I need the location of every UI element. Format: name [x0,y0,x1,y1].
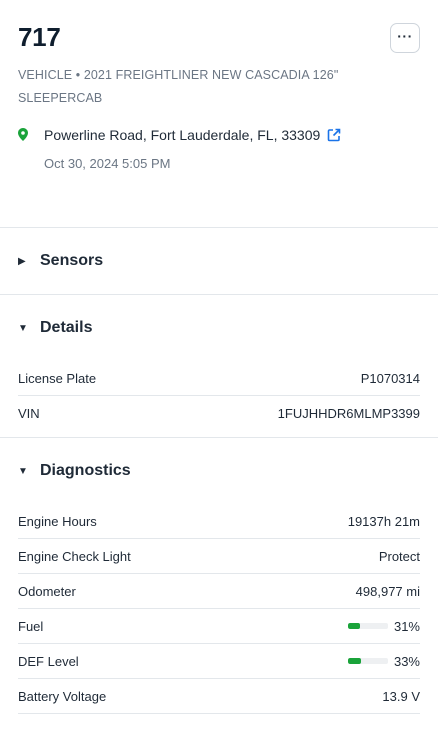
section-title-diagnostics: Diagnostics [40,462,131,479]
location-address: Powerline Road, Fort Lauderdale, FL, 333… [44,126,341,144]
detail-row-vin: VIN 1FUJHHDR6MLMP3399 [18,396,420,430]
diagnostic-label: Engine Check Light [18,548,131,564]
diagnostic-row-fuel: Fuel 31% [18,609,420,644]
def-level-fill [347,658,362,664]
more-horizontal-icon: ··· [397,27,413,44]
location-timestamp: Oct 30, 2024 5:05 PM [44,156,171,171]
diagnostic-label: Fuel [18,618,44,634]
diagnostic-label: Engine Hours [18,513,97,529]
section-title-sensors: Sensors [40,252,104,269]
diagnostic-row-def-level: DEF Level 33% [18,644,420,679]
diagnostic-label: Battery Voltage [18,688,107,704]
location-row: Powerline Road, Fort Lauderdale, FL, 333… [18,126,420,171]
fuel-level-bar [347,623,388,629]
diagnostic-row-engine-check-light: Engine Check Light Protect [18,539,420,574]
detail-value: P1070314 [360,370,420,386]
section-details-toggle[interactable]: ▼ Details [0,295,438,361]
caret-down-icon: ▼ [18,322,28,334]
caret-down-icon: ▼ [18,465,28,477]
diagnostic-value: Protect [378,548,420,564]
section-title-details: Details [40,319,93,336]
section-diagnostics-toggle[interactable]: ▼ Diagnostics [0,438,438,504]
diagnostic-label: DEF Level [18,653,79,669]
diagnostic-row-engine-hours: Engine Hours 19137h 21m [18,504,420,539]
map-pin-icon [18,128,32,146]
diagnostic-value: 13.9 V [382,688,420,704]
diagnostic-value: 31% [393,618,420,634]
vehicle-header: 717 ··· VEHICLE • 2021 FREIGHTLINER NEW … [0,0,438,227]
detail-value: 1FUJHHDR6MLMP3399 [277,405,420,421]
def-level-bar [347,658,388,664]
external-link-icon[interactable] [327,128,341,142]
diagnostic-value: 33% [393,653,420,669]
diagnostic-row-odometer: Odometer 498,977 mi [18,574,420,609]
detail-label: License Plate [18,370,97,386]
section-sensors-toggle[interactable]: ▶ Sensors [0,228,438,294]
vehicle-title: 717 [18,22,61,52]
detail-row-license-plate: License Plate P1070314 [18,361,420,396]
details-list: License Plate P1070314 VIN 1FUJHHDR6MLMP… [0,361,438,430]
address-link[interactable]: Powerline Road, Fort Lauderdale, FL, 333… [44,126,320,144]
diagnostic-value: 19137h 21m [347,513,420,529]
diagnostic-label: Odometer [18,583,76,599]
detail-label: VIN [18,405,40,421]
more-options-button[interactable]: ··· [390,23,420,53]
vehicle-subtitle: VEHICLE • 2021 FREIGHTLINER NEW CASCADIA… [18,68,339,105]
diagnostic-value: 498,977 mi [355,583,420,599]
diagnostics-list: Engine Hours 19137h 21m Engine Check Lig… [0,504,438,714]
diagnostic-row-battery-voltage: Battery Voltage 13.9 V [18,679,420,714]
caret-right-icon: ▶ [18,255,26,267]
fuel-level-fill [347,623,361,629]
